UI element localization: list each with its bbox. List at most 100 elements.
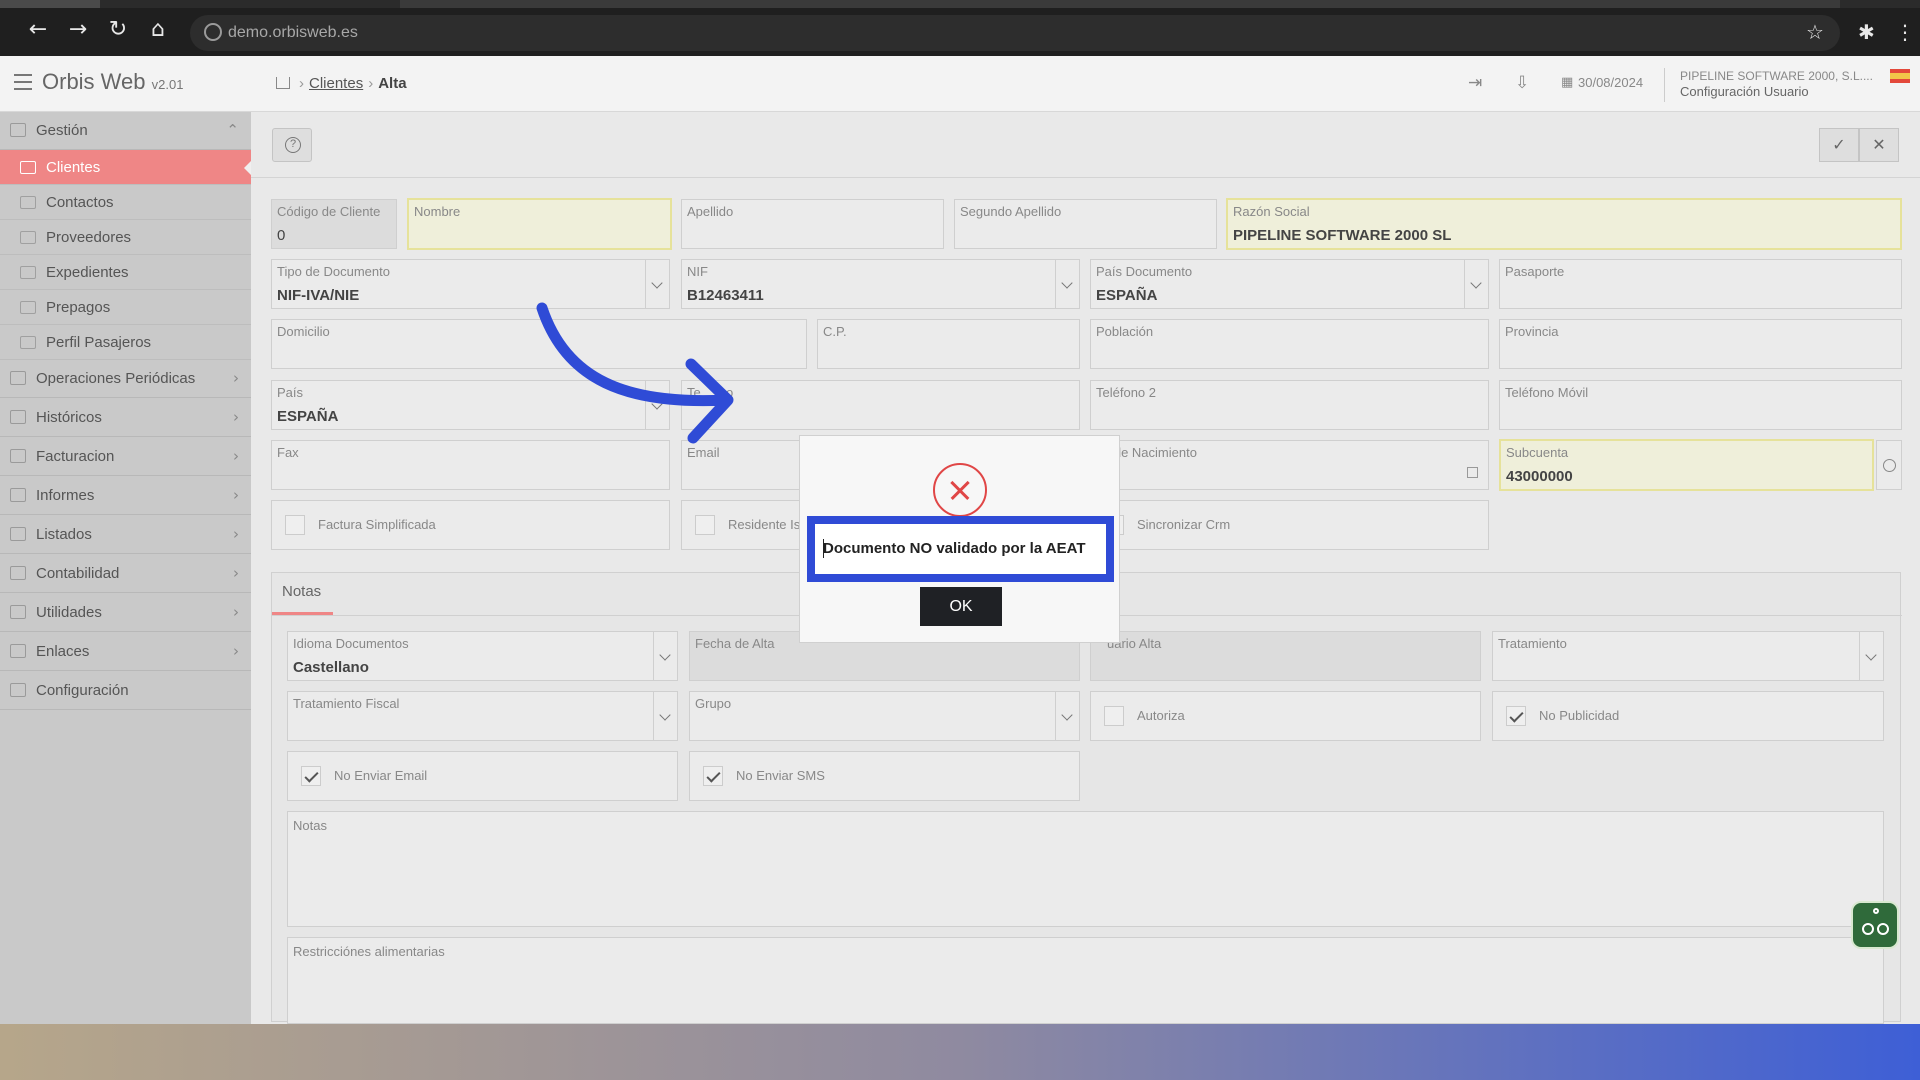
menu-toggle-icon[interactable] <box>14 74 32 90</box>
reload-icon[interactable]: ↻ <box>106 18 130 42</box>
segundo-apellido-field[interactable]: Segundo Apellido <box>954 199 1217 249</box>
sidebar-group-contabilidad[interactable]: Contabilidad › <box>0 555 251 593</box>
field-label: NIF <box>687 264 708 279</box>
notas-textarea[interactable]: Notas <box>287 811 1884 927</box>
field-label: Tratamiento <box>1498 636 1567 651</box>
dialog-message-highlight: Documento NO validado por la AEAT <box>807 516 1114 582</box>
apellido-field[interactable]: Apellido <box>681 199 944 249</box>
user-config-link[interactable]: Configuración Usuario <box>1680 84 1873 99</box>
spain-flag-icon[interactable] <box>1890 69 1910 83</box>
checkbox-box[interactable] <box>1104 706 1124 726</box>
sidebar-item-label: Expedientes <box>46 264 129 281</box>
assistant-robot-icon[interactable] <box>1851 901 1899 949</box>
sidebar-item-label: Prepagos <box>46 299 111 316</box>
sidebar-group-gestion[interactable]: Gestión ⌃ <box>0 112 251 150</box>
bookmark-star-icon[interactable]: ☆ <box>1806 20 1824 44</box>
sidebar-item-contactos[interactable]: Contactos <box>0 185 251 220</box>
sidebar-group-label: Operaciones Periódicas <box>36 370 196 387</box>
provincia-field[interactable]: Provincia <box>1499 319 1902 369</box>
address-bar[interactable]: demo.orbisweb.es <box>190 15 1840 51</box>
site-info-icon[interactable] <box>204 23 222 41</box>
chevron-down-icon[interactable] <box>1859 632 1883 680</box>
forward-icon[interactable]: → <box>66 18 90 42</box>
factura-simplificada-checkbox[interactable]: Factura Simplificada <box>271 500 670 550</box>
sidebar-item-clientes[interactable]: Clientes <box>0 150 252 185</box>
sidebar-group-operaciones[interactable]: Operaciones Periódicas › <box>0 360 251 398</box>
no-enviar-email-checkbox[interactable]: No Enviar Email <box>287 751 678 801</box>
field-label: Notas <box>293 818 327 833</box>
chevron-down-icon[interactable] <box>653 692 677 740</box>
checkbox-box[interactable] <box>695 515 715 535</box>
sidebar-group-historicos[interactable]: Históricos › <box>0 399 251 437</box>
codigo-cliente-field[interactable]: Código de Cliente 0 <box>271 199 397 249</box>
checkbox-box[interactable] <box>285 515 305 535</box>
no-enviar-sms-checkbox[interactable]: No Enviar SMS <box>689 751 1080 801</box>
telefono2-field[interactable]: Teléfono 2 <box>1090 380 1489 430</box>
save-button[interactable]: ✓ <box>1819 128 1859 162</box>
no-publicidad-checkbox[interactable]: No Publicidad <box>1492 691 1884 741</box>
nombre-field[interactable]: Nombre <box>407 198 672 250</box>
chevron-up-icon: ⌃ <box>226 121 239 139</box>
pais-documento-select[interactable]: País Documento ESPAÑA <box>1090 259 1489 309</box>
restricciones-textarea[interactable]: Restricciónes alimentarias <box>287 937 1884 1024</box>
sidebar-item-prepagos[interactable]: Prepagos <box>0 290 251 325</box>
idioma-documentos-select[interactable]: Idioma Documentos Castellano <box>287 631 678 681</box>
ok-button[interactable]: OK <box>920 587 1002 626</box>
chevron-down-icon[interactable] <box>1055 692 1079 740</box>
sidebar-item-label: Contactos <box>46 194 114 211</box>
chevron-down-icon[interactable] <box>653 632 677 680</box>
field-label: País Documento <box>1096 264 1193 279</box>
grupo-select[interactable]: Grupo <box>689 691 1080 741</box>
calendar-icon[interactable] <box>1467 467 1478 478</box>
download-icon[interactable]: ⇩ <box>1515 73 1529 93</box>
sidebar-group-listados[interactable]: Listados › <box>0 516 251 554</box>
form-toolbar: ? ✓ ✕ <box>251 112 1920 178</box>
sidebar-group-utilidades[interactable]: Utilidades › <box>0 594 251 632</box>
sincronizar-crm-checkbox[interactable]: Sincronizar Crm <box>1090 500 1489 550</box>
poblacion-field[interactable]: Población <box>1090 319 1489 369</box>
close-button[interactable]: ✕ <box>1859 128 1899 162</box>
razon-social-field[interactable]: Razón Social PIPELINE SOFTWARE 2000 SL <box>1226 198 1902 250</box>
chevron-right-icon: › <box>233 369 239 387</box>
sidebar-item-perfil-pasajeros[interactable]: Perfil Pasajeros <box>0 325 251 360</box>
sidebar-item-expedientes[interactable]: Expedientes <box>0 255 251 290</box>
sidebar-group-informes[interactable]: Informes › <box>0 477 251 515</box>
field-label: Provincia <box>1505 324 1559 339</box>
checkbox-label: No Enviar Email <box>334 768 428 783</box>
telefono-movil-field[interactable]: Teléfono Móvil <box>1499 380 1902 430</box>
breadcrumb-home-icon[interactable] <box>276 77 290 89</box>
home-icon[interactable]: ⌂ <box>146 18 170 42</box>
tab-notas[interactable]: Notas <box>272 573 333 615</box>
checkbox-box-checked[interactable] <box>301 766 321 786</box>
sidebar-item-proveedores[interactable]: Proveedores <box>0 220 251 255</box>
sidebar-group-configuracion[interactable]: Configuración <box>0 672 251 710</box>
tratamiento-fiscal-select[interactable]: Tratamiento Fiscal <box>287 691 678 741</box>
field-label: Tipo de Documento <box>277 264 390 279</box>
fecha-nacimiento-field[interactable]: a de Nacimiento <box>1090 440 1489 490</box>
nif-validate-slot <box>1055 260 1079 308</box>
company-info[interactable]: PIPELINE SOFTWARE 2000, S.L.... Configur… <box>1680 69 1873 99</box>
sidebar-group-label: Informes <box>36 487 95 504</box>
chevron-down-icon[interactable] <box>1464 260 1488 308</box>
back-icon[interactable]: ← <box>26 18 50 42</box>
pasaporte-field[interactable]: Pasaporte <box>1499 259 1902 309</box>
cp-field[interactable]: C.P. <box>817 319 1080 369</box>
subcuenta-field[interactable]: Subcuenta 43000000 <box>1499 439 1874 491</box>
sidebar-group-facturacion[interactable]: Facturacion › <box>0 438 251 476</box>
subcuenta-check-icon[interactable] <box>1876 440 1902 490</box>
autoriza-checkbox[interactable]: Autoriza <box>1090 691 1481 741</box>
logout-icon[interactable]: ⇥ <box>1468 73 1482 93</box>
field-label: Restricciónes alimentarias <box>293 944 445 959</box>
help-button[interactable]: ? <box>272 128 312 162</box>
checkbox-box-checked[interactable] <box>1506 706 1526 726</box>
checkbox-box-checked[interactable] <box>703 766 723 786</box>
sidebar: Gestión ⌃ Clientes Contactos Proveedores… <box>0 112 252 1024</box>
tratamiento-select[interactable]: Tratamiento <box>1492 631 1884 681</box>
browser-menu-icon[interactable]: ⋮ <box>1895 20 1915 44</box>
extensions-icon[interactable]: ✱ <box>1858 20 1875 44</box>
breadcrumb-clientes-link[interactable]: Clientes <box>309 75 363 92</box>
breadcrumb-current: Alta <box>378 75 407 92</box>
suppliers-icon <box>20 231 36 244</box>
url-text[interactable]: demo.orbisweb.es <box>228 24 358 42</box>
sidebar-group-enlaces[interactable]: Enlaces › <box>0 633 251 671</box>
